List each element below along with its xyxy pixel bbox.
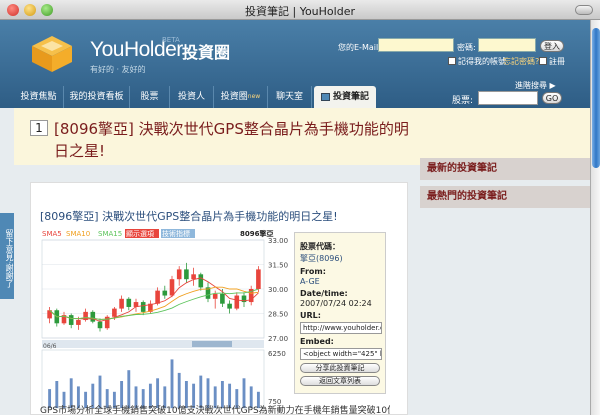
volume-bar [170,359,174,408]
remember-checkbox[interactable] [448,57,456,65]
chart-background [40,226,292,414]
stock-code-value[interactable]: 擎亞(8096) [300,253,380,264]
tab-my-board[interactable]: 我的投資看板 [64,86,130,108]
candle-body [191,274,196,280]
page-scrollbar[interactable] [590,20,600,415]
legend-item: SMA10 [66,230,90,238]
date-label: 06/6 [43,343,57,350]
window-title: 投資筆記 | YouHolder [245,5,355,18]
candle-body [140,302,146,312]
legend-item: SMA5 [42,230,62,238]
candle-body [112,308,117,317]
stock-search-input[interactable] [478,91,538,105]
candle-body [234,295,240,309]
from-value[interactable]: A-GE [300,277,380,286]
url-field[interactable]: http://www.youholder.com [300,322,382,334]
candle-body [227,303,232,309]
password-label: 密碼: [457,43,476,52]
login-button[interactable]: 登入 [540,40,564,52]
password-field[interactable] [478,38,536,52]
logo-cube-icon [32,36,72,72]
candle-body [198,274,204,288]
note-body-text: GPS市場分析全球手機銷售突破10億支決戰次世代GPS為新動力在手機年銷售量突破… [40,406,390,415]
candle-body [68,315,74,325]
post-rank: 1 [30,120,48,136]
candle-body [220,293,225,304]
candle-body [76,320,81,325]
remember-label: 記得我的帳號 [458,57,506,66]
volume-tick-label: 6250 [268,350,286,358]
datetime-label: Date/time: [300,289,348,298]
tab-circle[interactable]: 投資圈new [214,86,268,108]
sidebar-latest-notes[interactable]: 最新的投資筆記 [420,158,590,180]
new-badge: new [247,93,261,100]
back-to-list-button[interactable]: 返回文章列表 [300,376,380,386]
tab-investment-focus[interactable]: 投資焦點 [14,86,64,108]
stock-code-label: 股票代碼： [300,242,340,251]
price-tick-label: 30.00 [268,286,288,294]
candle-body [119,298,124,309]
price-tick-label: 28.50 [268,311,288,319]
scrollbar-thumb[interactable] [592,28,600,168]
candle-body [90,311,96,322]
tab-notes[interactable]: 投資筆記 [314,86,376,108]
register-checkbox[interactable] [539,57,547,65]
brand-name-cn: 投資圈 [182,43,231,62]
brand-tagline: 有好的 · 友好的 [90,65,146,74]
advanced-search-link[interactable]: 進階搜尋 ▶ [515,80,556,91]
legend-item: 技術指標 [162,229,190,238]
note-card-title[interactable]: [8096擎亞] 決戰次世代GPS整合晶片為手機功能的明日之星! [40,208,338,224]
post-title: [8096擎亞] 決戰次世代GPS整合晶片為手機功能的明日之星! [54,120,409,160]
register-link[interactable]: 註冊 [549,56,565,67]
brand-beta: BETA [162,36,180,44]
go-button[interactable]: GO [542,92,562,104]
price-tick-label: 27.00 [268,335,288,343]
candle-body [162,290,168,296]
candle-body [155,290,160,304]
datetime-value: 2007/07/24 02:24 [300,299,372,308]
legend-item: SMA15 [98,230,122,238]
price-tick-label: 31.50 [268,262,288,270]
tab-investors[interactable]: 投資人 [170,86,214,108]
notes-icon [320,92,330,101]
legend-item: 顯示選項 [126,229,154,238]
window-titlebar: 投資筆記 | YouHolder [0,0,600,20]
feedback-tab[interactable]: 留下意見·謝謝了 [0,213,14,299]
candle-body [97,321,103,329]
toolbar-toggle-button[interactable] [575,5,593,15]
email-label: 您的E-Mail: [338,43,381,52]
candle-body [184,269,189,280]
price-tick-label: 33.00 [268,237,288,245]
candle-body [169,279,175,296]
chart-range-handle [192,341,232,347]
embed-field[interactable]: <object width="425" height [300,348,382,360]
candle-body [176,269,182,280]
share-note-button[interactable]: 分享此投資筆記 [300,363,380,373]
url-label: URL: [300,311,321,320]
sidebar-popular-notes[interactable]: 最熱門的投資筆記 [420,186,590,208]
candle-body [212,293,218,299]
stock-chart: SMA5 SMA10 SMA15 顯示選項 技術指標 8096擎亞33.0031.5030… [40,226,292,414]
forgot-password-link[interactable]: 忘記密碼? [503,56,539,67]
email-field[interactable] [378,38,454,52]
tab-stocks[interactable]: 股票 [130,86,170,108]
tab-chatroom[interactable]: 聊天室 [268,86,312,108]
embed-label: Embed: [300,337,334,346]
candle-body [256,269,261,289]
candle-body [126,298,132,307]
from-label: From: [300,267,326,276]
stock-search-label: 股票: [452,96,474,106]
stock-info-box: 股票代碼： 擎亞(8096) From: A-GE Date/time: 200… [294,232,386,394]
